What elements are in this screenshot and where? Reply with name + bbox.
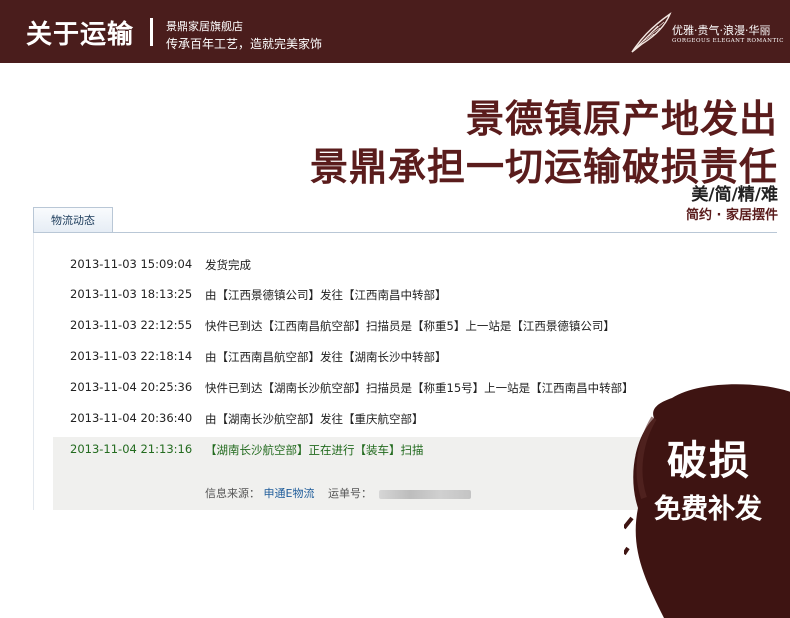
headline-tag-category: 简约 · 家居摆件 xyxy=(686,208,778,223)
headline-origin: 景德镇原产地发出 xyxy=(465,97,778,141)
shop-motto: 传承百年工艺，造就完美家饰 xyxy=(166,37,323,51)
tracking-time: 2013-11-04 20:36:40 xyxy=(70,411,193,425)
tracking-time: 2013-11-03 15:09:04 xyxy=(70,257,193,271)
tracking-time: 2013-11-04 20:25:36 xyxy=(70,380,193,394)
tracking-desc: 快件已到达【江西南昌航空部】扫描员是【称重5】上一站是【江西景德镇公司】 xyxy=(205,319,615,333)
tracking-info: 信息来源： 申通E物流 运单号： xyxy=(205,485,472,501)
banner-title: 关于运输 xyxy=(26,20,135,50)
tracking-time: 2013-11-03 18:13:25 xyxy=(70,287,193,301)
stamp-title: 破损 xyxy=(667,438,751,484)
brand-slogan-en: GORGEOUS ELEGANT ROMANTIC xyxy=(672,38,785,44)
top-banner: 关于运输 景鼎家居旗舰店 传承百年工艺，造就完美家饰 优雅·贵气·浪漫·华丽 G… xyxy=(0,0,790,63)
info-source-label: 信息来源： xyxy=(205,487,260,500)
banner-divider xyxy=(150,18,153,46)
waybill-label: 运单号： xyxy=(327,487,372,500)
tracking-desc: 发货完成 xyxy=(205,258,251,272)
headline-tag-style: 美/简/精/难 xyxy=(691,185,778,205)
tab-logistics[interactable]: 物流动态 xyxy=(33,207,113,232)
tracking-time: 2013-11-03 22:18:14 xyxy=(70,349,193,363)
tracking-desc: 快件已到达【湖南长沙航空部】扫描员是【称重15号】上一站是【江西南昌中转部】 xyxy=(205,381,634,395)
tracking-desc: 由【江西南昌航空部】发往【湖南长沙中转部】 xyxy=(205,350,447,364)
tracking-desc: 由【湖南长沙航空部】发往【重庆航空部】 xyxy=(205,412,424,426)
shop-name: 景鼎家居旗舰店 xyxy=(166,20,243,33)
info-source-link[interactable]: 申通E物流 xyxy=(264,487,315,500)
tracking-desc: 【湖南长沙航空部】正在进行【装车】扫描 xyxy=(205,443,424,457)
waybill-number-redacted xyxy=(379,489,472,499)
tracking-time: 2013-11-04 21:13:16 xyxy=(70,442,193,456)
tracking-desc: 由【江西景德镇公司】发往【江西南昌中转部】 xyxy=(205,288,447,302)
brand-slogan: 优雅·贵气·浪漫·华丽 xyxy=(672,24,771,37)
stamp-subtitle: 免费补发 xyxy=(654,494,762,525)
tracking-time: 2013-11-03 22:12:55 xyxy=(70,318,193,332)
feather-icon xyxy=(631,12,672,53)
